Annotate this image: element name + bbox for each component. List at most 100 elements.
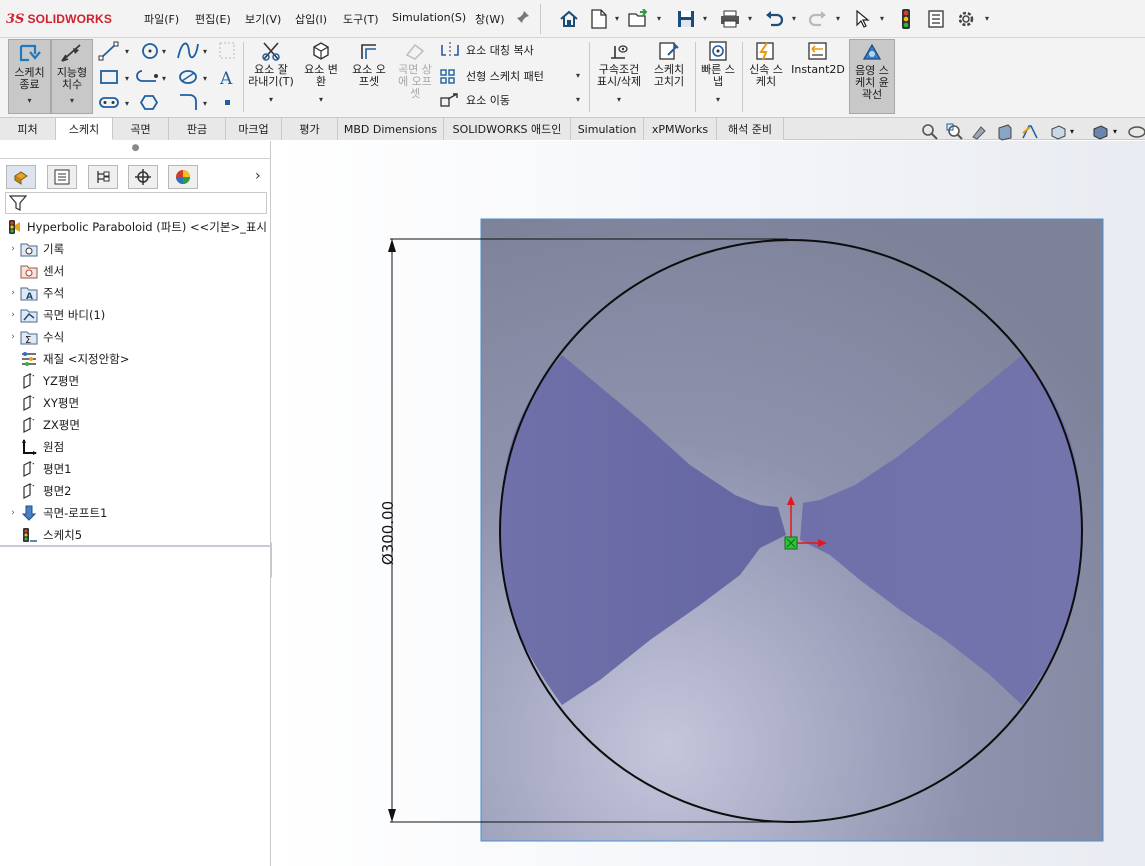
linear-sketch-pattern-button[interactable]: 선형 스케치 패턴 (440, 68, 544, 84)
trim-caret-icon[interactable]: ▾ (248, 94, 294, 106)
menu-view[interactable]: 보기(V) (245, 11, 281, 27)
redo-caret-icon[interactable]: ▾ (836, 14, 840, 23)
exit-sketch-caret-icon[interactable]: ▾ (9, 95, 50, 107)
panel-splitter-handle[interactable]: ● (0, 143, 271, 159)
select-caret-icon[interactable]: ▾ (880, 14, 884, 23)
tab-xpmworks[interactable]: xPMWorks (644, 118, 717, 140)
tree-item-8[interactable]: ZX평면 (0, 414, 271, 436)
menu-simulation[interactable]: Simulation(S) (392, 11, 466, 24)
tree-item-7[interactable]: XY평면 (0, 392, 271, 414)
zoom-to-fit-icon[interactable] (920, 122, 940, 142)
property-manager-tab-icon[interactable] (47, 165, 77, 189)
convert-entities-button[interactable]: 요소 변 환 ▾ (298, 41, 344, 113)
tab-sheet-metal[interactable]: 판금 (169, 118, 226, 140)
display-delete-relations-button[interactable]: 구속조건 표시/삭제 ▾ (594, 41, 644, 113)
diameter-dimension-label[interactable]: Ø300.00 (379, 488, 397, 578)
file-properties-icon[interactable] (923, 6, 949, 32)
exit-sketch-button[interactable]: 스케치 종료 ▾ (8, 39, 51, 114)
save-caret-icon[interactable]: ▾ (703, 14, 707, 23)
tree-item-1[interactable]: 센서 (0, 260, 271, 282)
display-style-caret-icon[interactable]: ▾ (1113, 127, 1117, 136)
new-caret-icon[interactable]: ▾ (615, 14, 619, 23)
smart-dimension-button[interactable]: 지능형 치수 ▾ (51, 39, 93, 114)
tree-item-0[interactable]: › 기록 (0, 238, 271, 260)
previous-view-icon[interactable] (970, 122, 990, 142)
instant2d-button[interactable]: Instant2D (790, 41, 846, 93)
expand-arrow-icon[interactable]: › (6, 310, 20, 320)
relations-caret-icon[interactable]: ▾ (594, 94, 644, 106)
quick-snaps-button[interactable]: 빠른 스 냅 ▾ (698, 41, 738, 113)
dynamic-annotation-icon[interactable] (1020, 122, 1040, 142)
dimension-label-wrap[interactable]: Ø300.00 (368, 489, 408, 579)
view-orientation-caret-icon[interactable]: ▾ (1070, 127, 1074, 136)
menu-file[interactable]: 파일(F) (144, 11, 179, 27)
panel-expand-arrow-icon[interactable]: › (255, 168, 261, 184)
tab-sketch[interactable]: 스케치 (56, 118, 113, 140)
tree-root-part[interactable]: Hyperbolic Paraboloid (파트) <<기본>_표시 (0, 216, 271, 238)
expand-arrow-icon[interactable]: › (6, 332, 20, 342)
save-icon[interactable] (673, 6, 699, 32)
rollback-bar[interactable] (0, 545, 271, 547)
tree-item-2[interactable]: › A 주석 (0, 282, 271, 304)
dimxpert-manager-tab-icon[interactable] (128, 165, 158, 189)
tab-mbd-dimensions[interactable]: MBD Dimensions (338, 118, 444, 140)
convert-caret-icon[interactable]: ▾ (298, 94, 344, 106)
rebuild-icon[interactable] (893, 6, 919, 32)
pin-icon[interactable] (516, 10, 530, 27)
offset-on-surface-button[interactable]: 곡면 상 에 오프 셋 (394, 41, 436, 107)
tab-evaluate[interactable]: 평가 (282, 118, 338, 140)
repair-sketch-button[interactable]: 스케치 고치기 (646, 41, 692, 93)
expand-arrow-icon[interactable]: › (6, 288, 20, 298)
tab-simulation[interactable]: Simulation (571, 118, 644, 140)
menu-edit[interactable]: 편집(E) (195, 11, 231, 27)
graphics-area[interactable]: Ø300.00 (272, 141, 1145, 866)
expand-arrow-icon[interactable]: › (6, 508, 20, 518)
tree-item-9[interactable]: 원점 (0, 436, 271, 458)
configuration-manager-tab-icon[interactable] (88, 165, 118, 189)
quick-snaps-caret-icon[interactable]: ▾ (698, 94, 738, 106)
tab-analysis-preparation[interactable]: 해석 준비 (717, 118, 784, 140)
options-gear-icon[interactable] (953, 6, 979, 32)
tree-item-4[interactable]: › Σ 수식 (0, 326, 271, 348)
tab-surfaces[interactable]: 곡면 (113, 118, 169, 140)
menu-tools[interactable]: 도구(T) (343, 11, 379, 27)
hide-show-items-icon[interactable] (1127, 122, 1145, 142)
tree-filter-bar[interactable] (5, 192, 267, 214)
open-caret-icon[interactable]: ▾ (657, 14, 661, 23)
open-icon[interactable] (626, 6, 652, 32)
view-orientation-icon[interactable] (1048, 122, 1068, 142)
pattern-caret-icon[interactable]: ▾ (576, 71, 580, 80)
zoom-to-area-icon[interactable] (945, 122, 965, 142)
feature-manager-tab-icon[interactable] (6, 165, 36, 189)
new-document-icon[interactable] (586, 6, 612, 32)
tab-markup[interactable]: 마크업 (226, 118, 282, 140)
smart-dimension-caret-icon[interactable]: ▾ (52, 95, 92, 107)
tree-item-13[interactable]: 스케치5 (0, 524, 271, 546)
select-icon[interactable] (849, 6, 875, 32)
print-icon[interactable] (717, 6, 743, 32)
display-style-icon[interactable] (1090, 122, 1110, 142)
undo-icon[interactable] (761, 6, 787, 32)
tree-item-5[interactable]: 재질 <지정안함> (0, 348, 271, 370)
print-caret-icon[interactable]: ▾ (748, 14, 752, 23)
menu-window[interactable]: 창(W) (475, 11, 505, 27)
move-caret-icon[interactable]: ▾ (576, 95, 580, 104)
trim-entities-button[interactable]: 요소 잘 라내기(T) ▾ (248, 41, 294, 113)
display-manager-tab-icon[interactable] (168, 165, 198, 189)
menu-insert[interactable]: 삽입(I) (295, 11, 327, 27)
move-entities-button[interactable]: 요소 이동 (440, 92, 510, 108)
rapid-sketch-button[interactable]: 신속 스 케치 (745, 41, 787, 93)
tab-features[interactable]: 피처 (0, 118, 56, 140)
home-icon[interactable] (556, 6, 582, 32)
tree-item-3[interactable]: › 곡면 바디(1) (0, 304, 271, 326)
solidworks-logo[interactable]: 3S SOLIDWORKS (6, 9, 112, 29)
tree-item-11[interactable]: 평면2 (0, 480, 271, 502)
mirror-entities-button[interactable]: 요소 대칭 복사 (440, 42, 534, 58)
tab-solidworks-addins[interactable]: SOLIDWORKS 애드인 (444, 118, 571, 140)
options-caret-icon[interactable]: ▾ (985, 14, 989, 23)
expand-arrow-icon[interactable]: › (6, 244, 20, 254)
undo-caret-icon[interactable]: ▾ (792, 14, 796, 23)
tree-item-12[interactable]: › 곡면-로프트1 (0, 502, 271, 524)
section-view-icon[interactable] (995, 122, 1015, 142)
tree-item-6[interactable]: YZ평면 (0, 370, 271, 392)
